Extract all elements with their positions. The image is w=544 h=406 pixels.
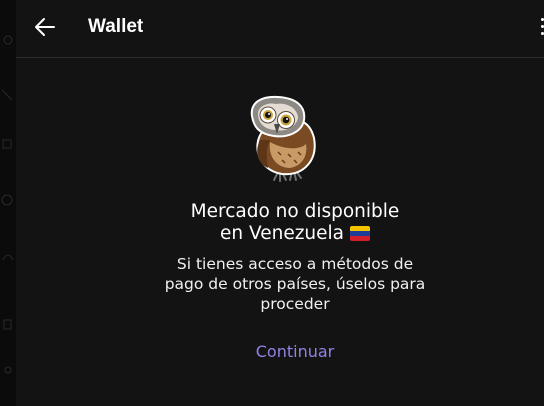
venezuela-flag-icon	[350, 226, 370, 241]
unavailable-heading: Mercado no disponible en Venezuela	[16, 201, 544, 245]
continue-button[interactable]: Continuar	[16, 342, 544, 361]
background-pattern-strip	[0, 0, 16, 406]
arrow-left-icon	[35, 18, 55, 36]
top-bar: Wallet	[16, 0, 544, 58]
heading-line-1: Mercado no disponible	[190, 201, 400, 222]
heading-line-2: en Venezuela	[16, 223, 544, 245]
back-button[interactable]	[34, 16, 56, 38]
owl-illustration	[244, 94, 324, 184]
unavailable-description: Si tienes acceso a métodos de pago de ot…	[16, 254, 544, 314]
description-line-3: proceder	[260, 295, 330, 313]
country-name: en Venezuela	[220, 223, 344, 244]
description-line-1: Si tienes acceso a métodos de	[176, 255, 414, 273]
description-line-2: pago de otros países, úselos para	[164, 275, 426, 293]
more-menu-button[interactable]	[538, 18, 544, 38]
wallet-screen: Wallet Mercado no disponible en Venezuel…	[0, 0, 544, 406]
page-title: Wallet	[88, 16, 144, 37]
